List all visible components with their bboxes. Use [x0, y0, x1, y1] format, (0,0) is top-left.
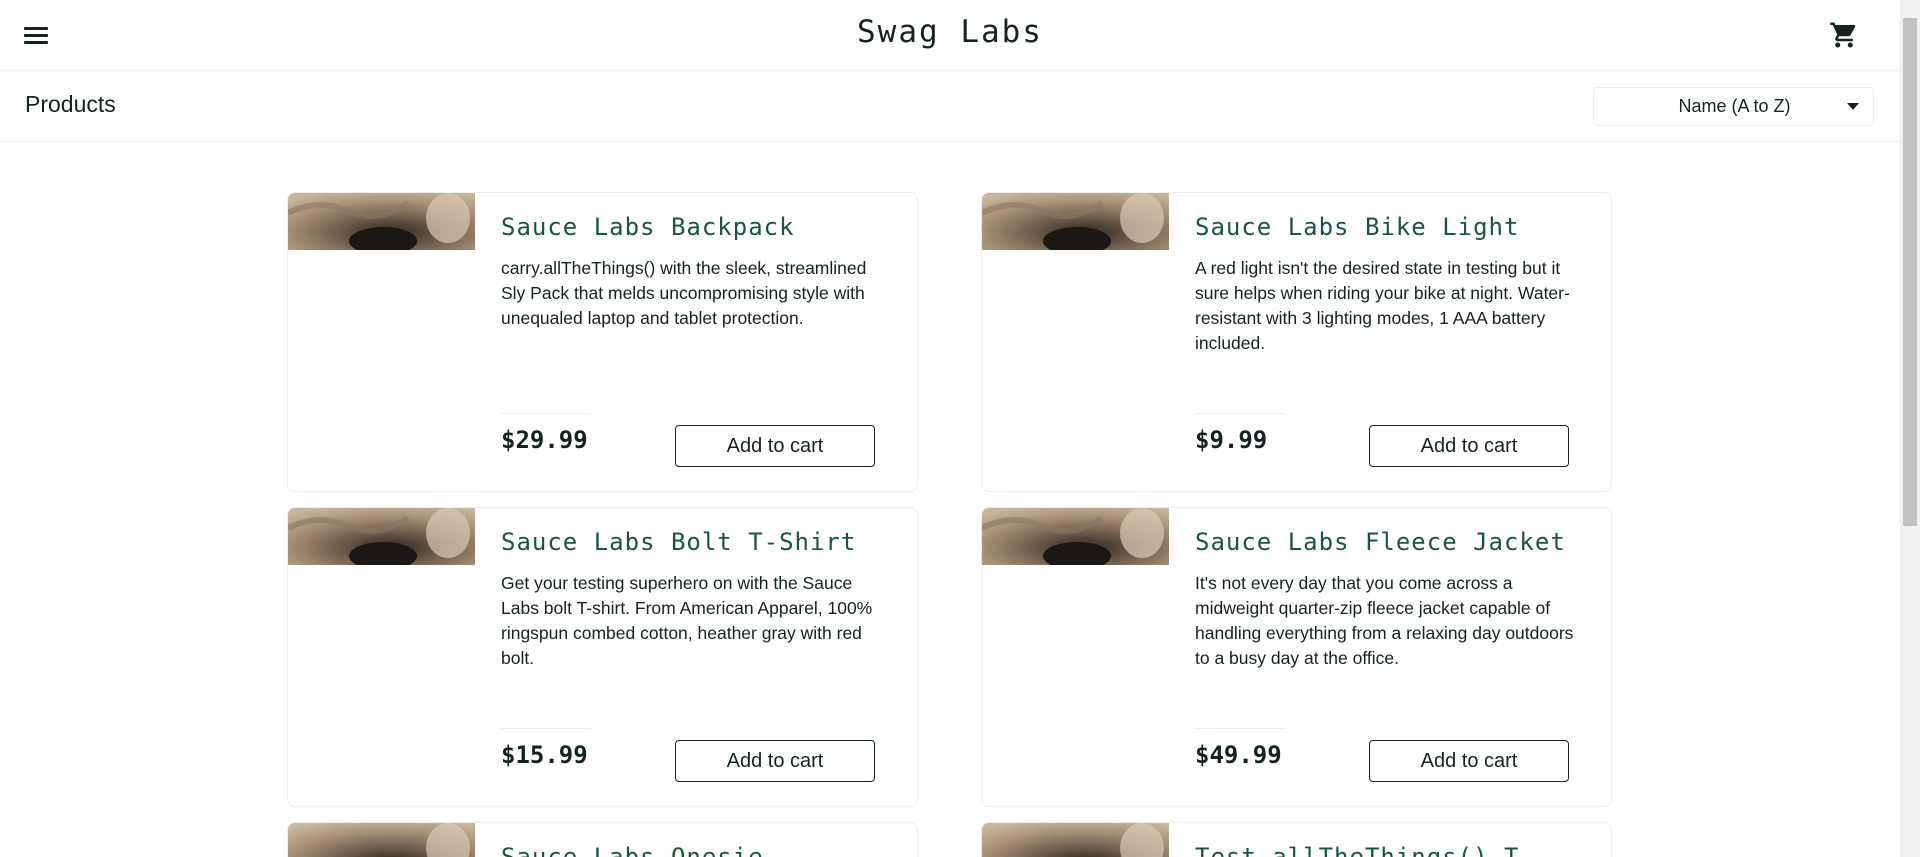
- inventory-item: Sauce Labs Fleece Jacket It's not every …: [981, 507, 1612, 807]
- item-name-link[interactable]: Test.allTheThings() T-: [1195, 843, 1535, 857]
- product-image[interactable]: [982, 193, 1169, 250]
- item-price: $49.99: [1195, 741, 1282, 769]
- app-logo-title: Swag Labs: [857, 14, 1043, 50]
- shopping-cart-icon[interactable]: [1829, 20, 1859, 50]
- add-to-cart-button[interactable]: Add to cart: [1369, 740, 1569, 782]
- product-image[interactable]: [288, 508, 475, 565]
- item-description: Get your testing superhero on with the S…: [501, 573, 873, 668]
- product-image[interactable]: [288, 193, 475, 250]
- inventory-item: Sauce Labs Backpack carry.allTheThings()…: [287, 192, 918, 492]
- add-to-cart-button[interactable]: Add to cart: [1369, 425, 1569, 467]
- sort-selected-value: Name (A to Z): [1678, 96, 1791, 116]
- price-divider: [1195, 728, 1285, 729]
- price-divider: [501, 728, 591, 729]
- item-name-link[interactable]: Sauce Labs Fleece Jacket: [1195, 528, 1566, 556]
- add-to-cart-button[interactable]: Add to cart: [675, 740, 875, 782]
- inventory-item: Test.allTheThings() T-: [981, 822, 1612, 857]
- item-name-link[interactable]: Sauce Labs Backpack: [501, 213, 795, 241]
- add-to-cart-button[interactable]: Add to cart: [675, 425, 875, 467]
- item-price: $9.99: [1195, 426, 1268, 454]
- item-name-link[interactable]: Sauce Labs Bike Light: [1195, 213, 1519, 241]
- inventory-item: Sauce Labs Bike Light A red light isn't …: [981, 192, 1612, 492]
- item-description: A red light isn't the desired state in t…: [1195, 258, 1570, 353]
- item-description: carry.allTheThings() with the sleek, str…: [501, 258, 867, 328]
- price-divider: [501, 413, 591, 414]
- inventory-item: Sauce Labs Onesie: [287, 822, 918, 857]
- caret-down-icon: [1847, 103, 1859, 110]
- sort-dropdown[interactable]: Name (A to Z): [1593, 87, 1874, 126]
- inventory-item: Sauce Labs Bolt T-Shirt Get your testing…: [287, 507, 918, 807]
- price-divider: [1195, 413, 1285, 414]
- item-price: $15.99: [501, 741, 588, 769]
- vertical-scrollbar[interactable]: [1900, 0, 1920, 857]
- product-image[interactable]: [982, 823, 1169, 857]
- item-name-link[interactable]: Sauce Labs Bolt T-Shirt: [501, 528, 856, 556]
- product-image[interactable]: [982, 508, 1169, 565]
- app-header: Swag Labs: [0, 0, 1900, 71]
- page-title: Products: [25, 91, 116, 117]
- product-image[interactable]: [288, 823, 475, 857]
- item-name-link[interactable]: Sauce Labs Onesie: [501, 843, 764, 857]
- item-price: $29.99: [501, 426, 588, 454]
- item-description: It's not every day that you come across …: [1195, 573, 1574, 668]
- secondary-header: Products Name (A to Z): [0, 71, 1900, 142]
- scrollbar-thumb[interactable]: [1903, 18, 1917, 526]
